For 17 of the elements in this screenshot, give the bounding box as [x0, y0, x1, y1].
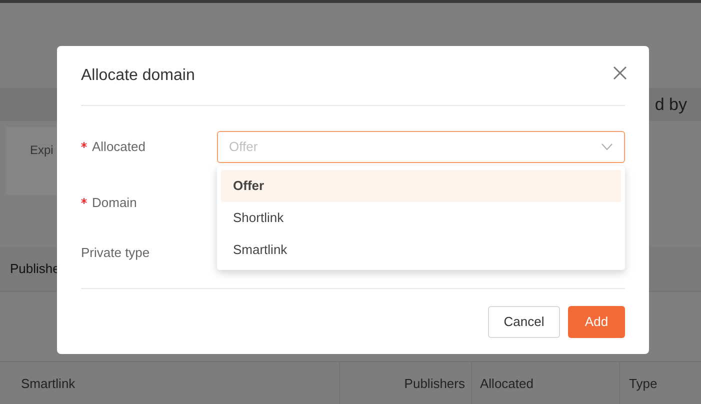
column-header: Type: [629, 375, 658, 394]
chevron-down-icon: [601, 143, 613, 151]
column-header: Allocated: [480, 375, 534, 394]
column-header: Publishers: [404, 375, 465, 394]
dropdown-option[interactable]: Shortlink: [221, 202, 621, 234]
cancel-button[interactable]: Cancel: [488, 306, 560, 338]
field-label: Domain: [92, 194, 137, 212]
column-header: Publishe: [10, 260, 60, 278]
close-icon[interactable]: [612, 64, 628, 80]
column-header: d by: [654, 94, 687, 116]
field-label: Private type: [81, 244, 150, 262]
field-label: Allocated: [92, 138, 146, 156]
stat-label: Expi: [30, 142, 54, 159]
dialog-title: Allocate domain: [81, 66, 195, 86]
dropdown-option[interactable]: Offer: [221, 170, 621, 202]
dropdown-option[interactable]: Smartlink: [221, 234, 621, 266]
column-header: Smartlink: [21, 375, 76, 394]
